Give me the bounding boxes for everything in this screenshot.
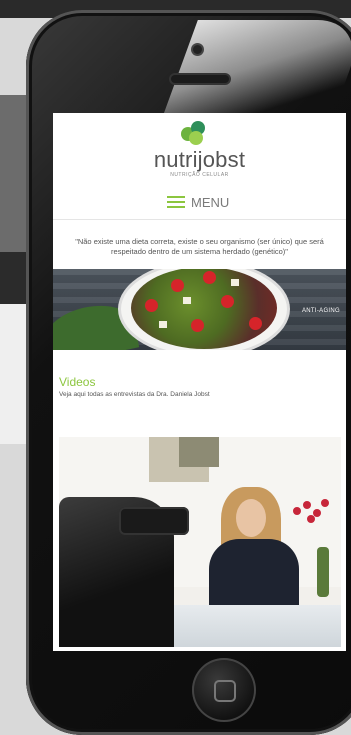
logo-icon[interactable] (181, 121, 207, 147)
earpiece-speaker (171, 75, 229, 83)
brand-name[interactable]: nutrijobst (53, 147, 346, 173)
videos-description: Veja aqui todas as entrevistas da Dra. D… (59, 391, 210, 398)
hamburger-icon (167, 196, 185, 208)
brand-tagline: NUTRIÇÃO CELULAR (170, 172, 229, 178)
header-divider (53, 219, 346, 220)
menu-button[interactable]: MENU (167, 192, 229, 212)
home-button[interactable] (192, 658, 256, 722)
menu-label: MENU (191, 194, 230, 210)
home-square-icon (214, 680, 236, 702)
quote-text: "Não existe uma dieta correta, existe o … (75, 237, 324, 256)
phone-screen: nutrijobst NUTRIÇÃO CELULAR MENU "Não ex… (53, 113, 346, 651)
banner-label[interactable]: ANTI-AGING (302, 308, 340, 314)
videos-heading[interactable]: Videos (59, 375, 95, 389)
anti-aging-banner[interactable]: ANTI-AGING (53, 269, 346, 350)
video-thumbnail[interactable] (59, 437, 341, 647)
front-camera (193, 45, 202, 54)
